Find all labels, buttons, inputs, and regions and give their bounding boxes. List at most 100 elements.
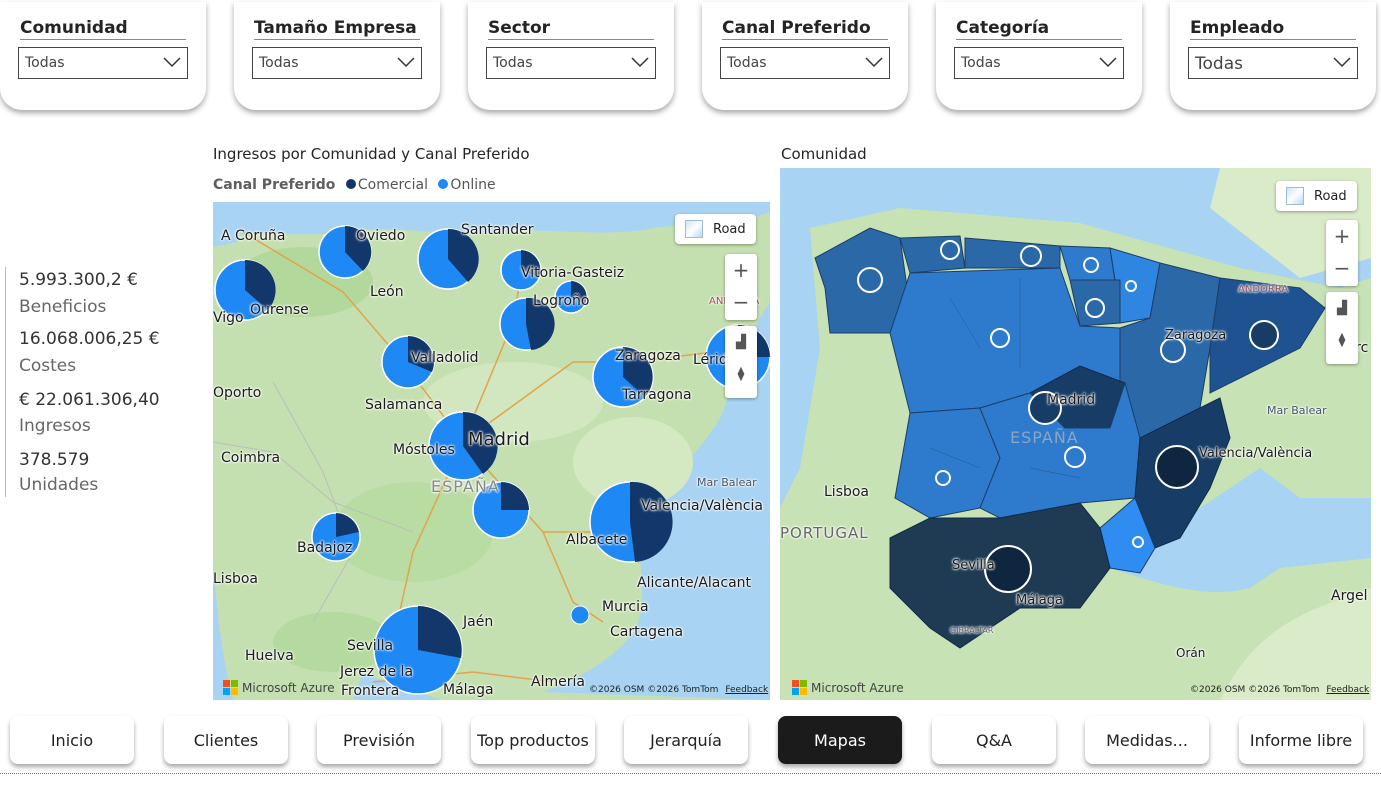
feedback-link[interactable]: Feedback	[1326, 685, 1369, 695]
map-label: ESPAÑA	[1010, 428, 1079, 447]
slicer-value: Todas	[25, 55, 65, 71]
kpi-beneficios-label: Beneficios	[19, 297, 107, 317]
slicer-title: Canal Preferido	[722, 18, 888, 40]
slicer-dropdown[interactable]: Todas	[18, 47, 188, 79]
map-style-icon	[1286, 187, 1304, 205]
map-label: Argel	[1331, 588, 1368, 604]
slicer-canal-preferido: Canal Preferido Todas	[702, 2, 908, 110]
feedback-link[interactable]: Feedback	[725, 685, 768, 695]
legend-comercial: Comercial	[357, 177, 428, 193]
map-label: Tarragona	[622, 387, 692, 403]
view-controls: ▟ ⧫	[1326, 292, 1358, 364]
map-style-button[interactable]: Road	[675, 214, 756, 244]
kpi-ingresos-label: Ingresos	[19, 416, 91, 436]
nav-clientes-button[interactable]: Clientes	[164, 716, 288, 764]
map-style-button[interactable]: Road	[1276, 181, 1357, 211]
slicer-dropdown[interactable]: Todas	[1188, 47, 1358, 79]
slicer-value: Todas	[727, 55, 767, 71]
nav-jerarquia-button[interactable]: Jerarquía	[624, 716, 748, 764]
compass-icon[interactable]: ⧫	[725, 358, 757, 390]
zoom-out-icon[interactable]: −	[1326, 252, 1358, 284]
map-label: Logroño	[533, 293, 590, 309]
map-label: Valencia/València	[1199, 446, 1313, 461]
map-attribution: ©2026 OSM ©2026 TomTom Feedback	[1190, 685, 1369, 695]
slicer-dropdown[interactable]: Todas	[720, 47, 890, 79]
legend-title: Canal Preferido	[213, 177, 336, 193]
map-label: Salamanca	[365, 397, 443, 413]
pie-murcia[interactable]	[570, 605, 590, 625]
slicer-value: Todas	[961, 55, 1001, 71]
map-label: Sevilla	[952, 558, 995, 573]
kpi-card: 5.993.300,2 € Beneficios 16.068.006,25 €…	[5, 267, 186, 497]
chevron-down-icon	[1099, 57, 1117, 68]
kpi-beneficios-value: 5.993.300,2 €	[19, 270, 138, 290]
slicer-dropdown[interactable]: Todas	[252, 47, 422, 79]
map-label: Jaén	[463, 614, 494, 630]
view-controls: ▟ ⧫	[725, 326, 757, 398]
map-label: Vigo	[213, 310, 244, 326]
map-label: Móstoles	[393, 442, 455, 458]
pie-map[interactable]: A Coruña Oviedo Santander Vitoria-Gastei…	[213, 202, 770, 700]
legend-online: Online	[450, 177, 496, 193]
map-label: Orán	[1176, 646, 1206, 660]
tilt-icon[interactable]: ▟	[1326, 292, 1358, 324]
map-label: Alicante/Alacant	[637, 575, 752, 591]
chevron-down-icon	[865, 57, 883, 68]
slicer-value: Todas	[259, 55, 299, 71]
azure-logo: Microsoft Azure	[792, 680, 904, 695]
map-label: Málaga	[1016, 593, 1063, 608]
nav-informe-libre-button[interactable]: Informe libre	[1239, 716, 1363, 764]
map-label: Almería	[531, 674, 585, 690]
kpi-costes-value: 16.068.006,25 €	[19, 329, 160, 349]
pie-valencia[interactable]	[589, 481, 673, 563]
chevron-down-icon	[1333, 57, 1351, 68]
nav-inicio-button[interactable]: Inicio	[10, 716, 134, 764]
map-label: Vitoria-Gasteiz	[521, 265, 625, 281]
zoom-out-icon[interactable]: −	[725, 286, 757, 318]
map1-title: Ingresos por Comunidad y Canal Preferido	[213, 145, 530, 163]
nav-qa-button[interactable]: Q&A	[932, 716, 1056, 764]
map-label: Ourense	[250, 302, 309, 318]
nav-top-productos-button[interactable]: Top productos	[471, 716, 595, 764]
kpi-costes-label: Costes	[19, 356, 77, 376]
zoom-controls: + −	[1326, 220, 1358, 286]
slicer-dropdown[interactable]: Todas	[954, 47, 1124, 79]
map-label: Mar Balear	[697, 476, 757, 489]
nav-prevision-button[interactable]: Previsión	[317, 716, 441, 764]
map-label: Valencia/València	[641, 498, 763, 514]
azure-logo: Microsoft Azure	[223, 680, 335, 695]
nav-medidas-button[interactable]: Medidas...	[1085, 716, 1209, 764]
azure-label: Microsoft Azure	[811, 680, 904, 695]
slicer-title: Comunidad	[20, 18, 186, 40]
slicer-value: Todas	[1195, 54, 1243, 74]
slicer-title: Sector	[488, 18, 654, 40]
tilt-icon[interactable]: ▟	[725, 326, 757, 358]
bubble-cataluna[interactable]	[1249, 320, 1279, 350]
map-label: Frontera	[341, 683, 400, 699]
zoom-in-icon[interactable]: +	[1326, 220, 1358, 252]
map-label: Mar Balear	[1267, 404, 1327, 417]
map-label: Cartagena	[610, 624, 684, 640]
map-style-label: Road	[1314, 188, 1347, 204]
region-pais-vasco[interactable]	[1059, 245, 1116, 281]
map-label: Huelva	[245, 648, 294, 664]
map-label: Sevilla	[347, 638, 394, 654]
zoom-controls: + −	[725, 254, 757, 320]
map-label: Lisboa	[213, 571, 259, 587]
chevron-down-icon	[631, 57, 649, 68]
microsoft-icon	[223, 680, 238, 695]
map-label: León	[370, 284, 404, 300]
map-label: Madrid	[468, 429, 530, 450]
filled-map[interactable]: ANDORRA Zaragoza Barc Madrid ESPAÑA Mar …	[780, 168, 1371, 700]
map2-title: Comunidad	[781, 145, 867, 163]
slicer-dropdown[interactable]: Todas	[486, 47, 656, 79]
slicer-empleado: Empleado Todas	[1170, 2, 1376, 110]
nav-mapas-button[interactable]: Mapas	[778, 716, 902, 764]
map-label: Madrid	[1047, 392, 1096, 408]
bubble-valencia[interactable]	[1155, 445, 1199, 489]
zoom-in-icon[interactable]: +	[725, 254, 757, 286]
map1-legend: Canal Preferido Comercial Online	[213, 177, 496, 193]
map-label: Coimbra	[221, 450, 281, 466]
compass-icon[interactable]: ⧫	[1326, 324, 1358, 356]
map-label: Valladolid	[411, 350, 479, 366]
